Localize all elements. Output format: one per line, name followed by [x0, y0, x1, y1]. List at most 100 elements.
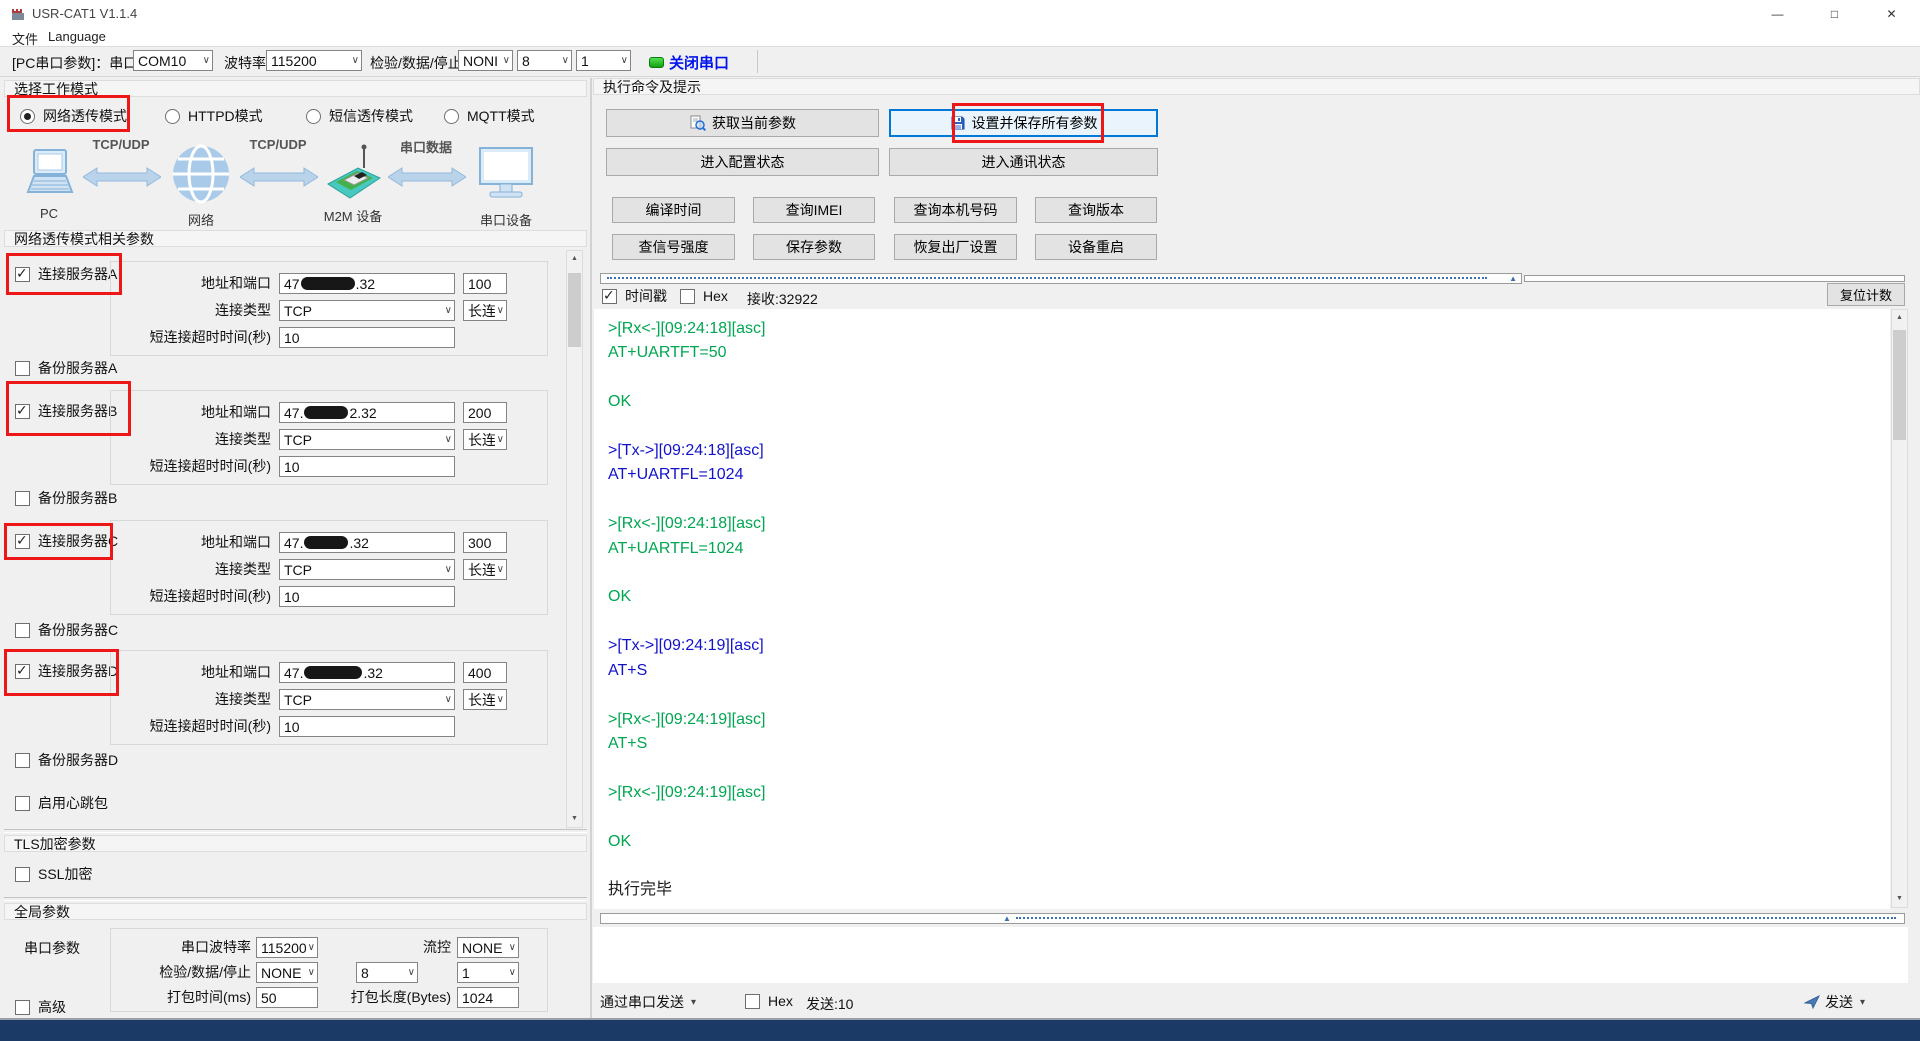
device-restart-button[interactable]: 设备重启	[1035, 234, 1157, 260]
mode-radio-net-passthrough[interactable]: 网络透传模式	[20, 104, 127, 128]
server-timeout-input[interactable]: 10	[279, 327, 455, 348]
baud-select[interactable]: 115200∨	[266, 50, 362, 71]
server-timeout-input[interactable]: 10	[279, 456, 455, 477]
server-d-backup-checkbox[interactable]: 备份服务器D	[15, 752, 118, 768]
checkbox-unchecked-icon[interactable]	[15, 623, 30, 638]
scroll-up-icon[interactable]: ▲	[1892, 310, 1907, 326]
compile-time-button[interactable]: 编译时间	[612, 197, 735, 223]
server-address-input[interactable]: 47..32	[279, 532, 455, 553]
checkbox-unchecked-icon[interactable]	[15, 1000, 30, 1015]
enter-comm-button[interactable]: 进入通讯状态	[889, 148, 1158, 176]
server-address-input[interactable]: 47.32	[279, 273, 455, 294]
serial-stopbits-select[interactable]: 1∨	[457, 962, 519, 983]
server-port-input[interactable]: 200	[463, 402, 507, 423]
server-conn-type-select[interactable]: TCP∨	[279, 559, 455, 580]
mode-radio-httpd[interactable]: HTTPD模式	[165, 104, 263, 128]
server-c-backup-checkbox[interactable]: 备份服务器C	[15, 622, 118, 638]
server-b-enable-checkbox[interactable]: ✓连接服务器B	[15, 403, 117, 419]
set-save-params-button[interactable]: 设置并保存所有参数	[889, 109, 1158, 137]
server-port-input[interactable]: 300	[463, 532, 507, 553]
server-address-input[interactable]: 47..32	[279, 662, 455, 683]
log-output-area[interactable]: >[Rx<-][09:24:18][asc]AT+UARTFT=50 OK >[…	[594, 309, 1890, 909]
ssl-checkbox[interactable]: SSL加密	[15, 866, 92, 882]
maximize-button[interactable]: □	[1806, 0, 1863, 27]
server-a-enable-checkbox[interactable]: ✓连接服务器A	[15, 266, 117, 282]
factory-reset-button[interactable]: 恢复出厂设置	[894, 234, 1017, 260]
checkbox-checked-icon[interactable]: ✓	[15, 534, 30, 549]
get-params-button[interactable]: 获取当前参数	[606, 109, 879, 137]
server-timeout-input[interactable]: 10	[279, 716, 455, 737]
checkbox-checked-icon[interactable]: ✓	[602, 289, 617, 304]
stopbits-select[interactable]: 1∨	[576, 50, 631, 71]
serial-parity-select[interactable]: NONE∨	[256, 962, 318, 983]
log-hex-checkbox[interactable]: Hex	[680, 288, 728, 304]
log-splitter-left[interactable]: ▲	[600, 273, 1522, 284]
query-imei-button[interactable]: 查询IMEI	[753, 197, 875, 223]
server-conn-type-select[interactable]: TCP∨	[279, 429, 455, 450]
send-via-serial-select[interactable]: 通过串口发送▾	[600, 990, 696, 1014]
send-hex-checkbox[interactable]: Hex	[745, 993, 793, 1009]
parity-select[interactable]: NONI∨	[458, 50, 513, 71]
enter-config-button[interactable]: 进入配置状态	[606, 148, 879, 176]
server-conn-mode-select[interactable]: 长连接∨	[463, 689, 507, 710]
send-input-area[interactable]	[593, 927, 1908, 983]
server-conn-mode-select[interactable]: 长连接∨	[463, 429, 507, 450]
server-address-input[interactable]: 47.2.32	[279, 402, 455, 423]
radio-unselected-icon[interactable]	[444, 109, 459, 124]
timestamp-checkbox[interactable]: ✓ 时间戳	[602, 288, 667, 304]
query-phone-number-button[interactable]: 查询本机号码	[894, 197, 1017, 223]
server-timeout-input[interactable]: 10	[279, 586, 455, 607]
minimize-button[interactable]: —	[1749, 0, 1806, 27]
server-a-backup-checkbox[interactable]: 备份服务器A	[15, 360, 117, 376]
flow-select[interactable]: NONE∨	[457, 937, 519, 958]
radio-selected-icon[interactable]	[20, 109, 35, 124]
server-b-backup-checkbox[interactable]: 备份服务器B	[15, 490, 117, 506]
server-port-input[interactable]: 100	[463, 273, 507, 294]
server-conn-type-select[interactable]: TCP∨	[279, 689, 455, 710]
scroll-up-icon[interactable]: ▲	[567, 251, 582, 267]
checkbox-unchecked-icon[interactable]	[15, 867, 30, 882]
reset-counter-button[interactable]: 复位计数	[1827, 283, 1905, 306]
databits-select[interactable]: 8∨	[517, 50, 572, 71]
left-panel-scrollbar[interactable]: ▲ ▼	[566, 250, 583, 828]
mode-radio-mqtt[interactable]: MQTT模式	[444, 104, 535, 128]
checkbox-unchecked-icon[interactable]	[745, 994, 760, 1009]
server-conn-mode-select[interactable]: 长连接∨	[463, 300, 507, 321]
server-port-input[interactable]: 400	[463, 662, 507, 683]
scrollbar-thumb[interactable]	[1893, 330, 1906, 440]
mode-radio-sms[interactable]: 短信透传模式	[306, 104, 413, 128]
checkbox-unchecked-icon[interactable]	[15, 491, 30, 506]
checkbox-unchecked-icon[interactable]	[15, 796, 30, 811]
scrollbar-thumb[interactable]	[568, 273, 581, 347]
packtime-input[interactable]: 50	[256, 987, 318, 1008]
radio-unselected-icon[interactable]	[165, 109, 180, 124]
send-splitter[interactable]: ▲	[600, 913, 1905, 924]
checkbox-unchecked-icon[interactable]	[15, 753, 30, 768]
server-d-enable-checkbox[interactable]: ✓连接服务器D	[15, 663, 118, 679]
radio-unselected-icon[interactable]	[306, 109, 321, 124]
log-scrollbar[interactable]: ▲ ▼	[1891, 309, 1908, 908]
checkbox-checked-icon[interactable]: ✓	[15, 664, 30, 679]
server-c-enable-checkbox[interactable]: ✓连接服务器C	[15, 533, 118, 549]
scroll-down-icon[interactable]: ▼	[1892, 891, 1907, 907]
log-splitter-right[interactable]	[1524, 275, 1905, 282]
send-button[interactable]: 发送 ▾	[1804, 990, 1865, 1014]
menu-language[interactable]: Language	[48, 29, 106, 44]
query-version-button[interactable]: 查询版本	[1035, 197, 1157, 223]
scroll-down-icon[interactable]: ▼	[567, 811, 582, 827]
advanced-checkbox[interactable]: 高级	[15, 999, 66, 1015]
close-port-button[interactable]: 关闭串口	[669, 52, 729, 73]
checkbox-checked-icon[interactable]: ✓	[15, 267, 30, 282]
save-params-button[interactable]: 保存参数	[753, 234, 875, 260]
serial-baud-select[interactable]: 115200∨	[256, 937, 318, 958]
checkbox-checked-icon[interactable]: ✓	[15, 404, 30, 419]
com-port-select[interactable]: COM10∨	[133, 50, 213, 71]
query-signal-button[interactable]: 查信号强度	[612, 234, 735, 260]
close-button[interactable]: ✕	[1863, 0, 1920, 27]
checkbox-unchecked-icon[interactable]	[680, 289, 695, 304]
heartbeat-checkbox[interactable]: 启用心跳包	[15, 795, 108, 811]
checkbox-unchecked-icon[interactable]	[15, 361, 30, 376]
server-conn-type-select[interactable]: TCP∨	[279, 300, 455, 321]
serial-databits-select[interactable]: 8∨	[356, 962, 418, 983]
server-conn-mode-select[interactable]: 长连接∨	[463, 559, 507, 580]
